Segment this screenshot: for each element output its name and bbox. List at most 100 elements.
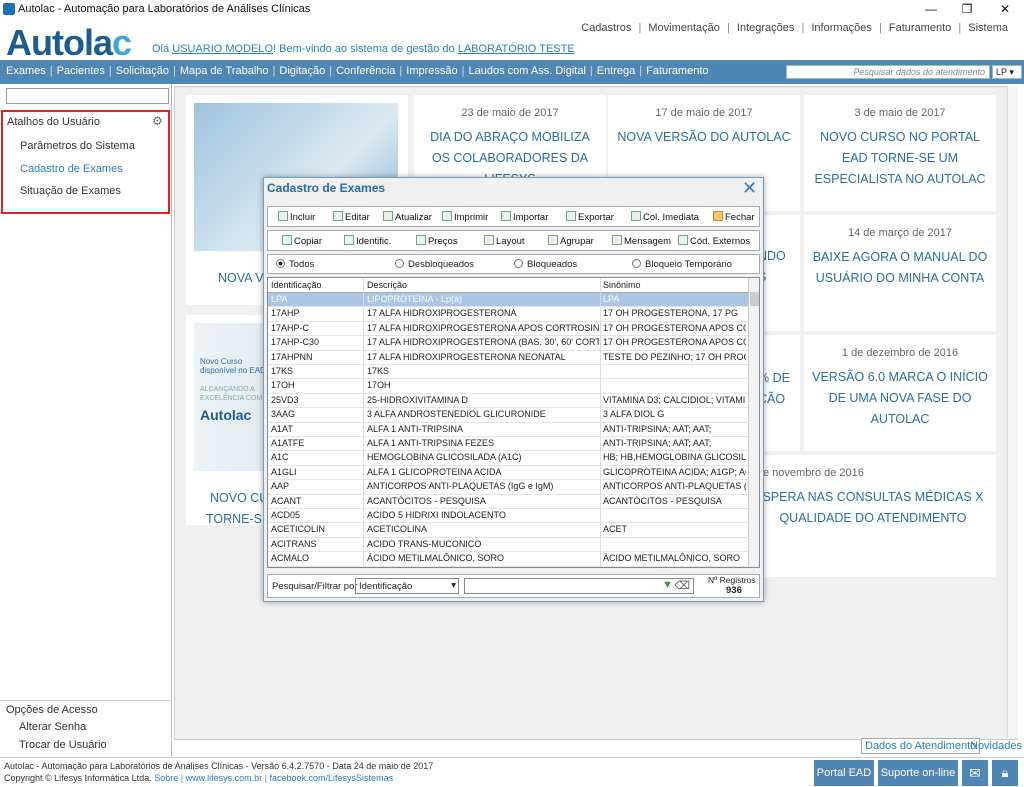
tab-dados-atendimento[interactable]: Dados do Atendimento <box>861 738 981 754</box>
table-row[interactable]: 17KS 17KS <box>268 365 748 380</box>
attendance-search-input[interactable]: Pesquisar dados do atendimento <box>786 65 990 79</box>
topnav-faturamento[interactable]: Faturamento <box>889 22 951 34</box>
mail-icon[interactable]: ✉ <box>962 760 988 786</box>
table-row[interactable]: 17AHP 17 ALFA HIDROXIPROGESTERONA 17 OH PR… <box>268 307 748 322</box>
table-row[interactable]: ACD05 ACIDO 5 HIDRIXI INDOLACENTO <box>268 509 748 524</box>
lock-icon[interactable]: 🔒︎ <box>992 760 1018 786</box>
topnav-cadastros[interactable]: Cadastros <box>581 22 631 34</box>
exportar-button[interactable]: Exportar <box>566 211 614 223</box>
lab-link[interactable]: LABORATÓRIO TESTE <box>458 43 575 55</box>
filter-field-select[interactable]: Identificação ▾ <box>355 578 459 594</box>
col-imediata-button[interactable]: Col. Imediata <box>631 211 699 223</box>
news-card-5[interactable]: 1 de dezembro de 2016 VERSÃO 6.0 MARCA O… <box>804 335 996 451</box>
menu-impressao[interactable]: Impressão <box>406 65 457 77</box>
column-divider <box>600 278 601 567</box>
sidebar-search-input[interactable] <box>6 88 169 104</box>
table-row[interactable]: A1C HEMOGLOBINA GLICOSILADA (A1C) HB; HB,H… <box>268 451 748 466</box>
scroll-thumb[interactable] <box>750 292 759 306</box>
facebook-link[interactable]: facebook.com/LifesysSistemas <box>270 773 394 783</box>
table-scrollbar[interactable] <box>748 278 759 567</box>
minimize-button[interactable]: — <box>914 0 948 18</box>
portal-ead-button[interactable]: Portal EAD <box>814 760 874 786</box>
filter-value-input[interactable]: ▼ ⌫ <box>464 578 694 594</box>
table-row[interactable]: A1GLI ALFA 1 GLICOPROTEINA ACIDA GLICOPROT… <box>268 466 748 481</box>
radio-todos[interactable]: Todos <box>276 259 314 270</box>
menu-exames[interactable]: Exames <box>6 65 46 77</box>
agrupar-button[interactable]: Agrupar <box>548 235 594 247</box>
table-row[interactable]: 17OH 17OH <box>268 379 748 394</box>
table-row[interactable]: 17AHP-C 17 ALFA HIDROXIPROGESTERONA APOS … <box>268 322 748 337</box>
menu-laudos[interactable]: Laudos com Ass. Digital <box>469 65 586 77</box>
shortcut-cadastro-exames[interactable]: Cadastro de Exames <box>20 163 123 175</box>
sobre-link[interactable]: Sobre <box>154 773 178 783</box>
app-icon <box>3 3 15 15</box>
mensagem-button[interactable]: Mensagem <box>612 235 671 247</box>
shortcut-situacao-exames[interactable]: Situação de Exames <box>20 185 121 197</box>
atualizar-button[interactable]: Atualizar <box>383 211 432 223</box>
col-sinonimo[interactable]: Sinônimo <box>603 280 641 290</box>
restore-button[interactable]: ❐ <box>950 0 984 18</box>
suporte-online-button[interactable]: Suporte on-line <box>878 760 958 786</box>
cell-sinonimo: TESTE DO PEZINHO; 17 OH PROGES <box>603 351 746 362</box>
user-link[interactable]: USUARIO MODELO <box>172 43 273 55</box>
importar-button[interactable]: Importar <box>501 211 548 223</box>
table-row[interactable]: ACMALO ÁCIDO METILMALÔNICO, SORO ÁCIDO MET… <box>268 552 748 567</box>
switch-user-link[interactable]: Trocar de Usuário <box>19 739 107 751</box>
table-row[interactable]: A1AT ALFA 1 ANTI-TRIPSINA ANTI-TRIPSINA; A… <box>268 423 748 437</box>
radio-desbloqueados[interactable]: Desbloqueados <box>395 259 474 270</box>
identific-button[interactable]: Identific. <box>344 235 391 247</box>
tab-novidades[interactable]: Novidades <box>970 740 1022 752</box>
table-row[interactable]: A1ATFE ALFA 1 ANTI-TRIPSINA FEZES ANTI-TRI… <box>268 437 748 452</box>
menu-entrega[interactable]: Entrega <box>597 65 636 77</box>
menu-mapa-trabalho[interactable]: Mapa de Trabalho <box>180 65 269 77</box>
radio-bloqueados[interactable]: Bloqueados <box>514 259 577 270</box>
search-mode-select[interactable]: LP ▾ <box>992 65 1022 79</box>
website-link[interactable]: www.lifesys.com.br <box>186 773 263 783</box>
incluir-button[interactable]: Incluir <box>278 211 315 223</box>
table-row[interactable]: AAP ANTICORPOS ANTI-PLAQUETAS (IgG e IgM)… <box>268 480 748 495</box>
topnav-sistema[interactable]: Sistema <box>968 22 1008 34</box>
table-row[interactable]: ACITRANS ACIDO TRANS-MUCONICO <box>268 538 748 553</box>
table-row[interactable]: ACANT ACANTÓCITOS - PESQUISA ACANTÓCITOS -… <box>268 495 748 509</box>
precos-button[interactable]: Preços <box>416 235 458 247</box>
filter-icon[interactable]: ▼ <box>662 579 673 591</box>
print-icon <box>442 211 452 221</box>
dialog-close-icon[interactable]: ✕ <box>742 178 757 199</box>
col-identificacao[interactable]: Identificação <box>271 280 322 290</box>
copiar-button[interactable]: Copiar <box>282 235 322 247</box>
menu-solicitacao[interactable]: Solicitação <box>116 65 169 77</box>
cell-identificacao: 25VD3 <box>271 394 299 405</box>
menu-digitacao[interactable]: Digitação <box>279 65 325 77</box>
table-row[interactable]: ACETICOLIN ACETICOLINA ACET <box>268 523 748 538</box>
table-row[interactable]: 17AHPNN 17 ALFA HIDROXIPROGESTERONA NEONA… <box>268 351 748 365</box>
news-card-4[interactable]: 14 de março de 2017 BAIXE AGORA O MANUAL… <box>804 215 996 331</box>
table-row[interactable]: 25VD3 25-HIDROXIVITAMINA D VITAMINA D3; CA… <box>268 394 748 409</box>
cell-descricao: 17KS <box>367 366 390 376</box>
content-scrollbar[interactable] <box>1007 86 1018 738</box>
news-date: 23 de maio de 2017 <box>461 107 559 119</box>
layout-button[interactable]: Layout <box>484 235 525 247</box>
menu-faturamento[interactable]: Faturamento <box>646 65 708 77</box>
col-descricao[interactable]: Descrição <box>367 280 407 290</box>
topnav-movimentacao[interactable]: Movimentação <box>648 22 720 34</box>
news-card-3[interactable]: 3 de maio de 2017 NOVO CURSO NO PORTAL E… <box>804 95 996 211</box>
fechar-button[interactable]: Fechar <box>713 211 755 223</box>
shortcut-parametros[interactable]: Parâmetros do Sistema <box>20 140 135 152</box>
gear-icon[interactable]: ⚙ <box>152 114 163 128</box>
news-date: 17 de maio de 2017 <box>655 107 753 119</box>
cod-externos-button[interactable]: Cód. Externos <box>678 235 750 247</box>
topnav-informacoes[interactable]: Informações <box>811 22 872 34</box>
menu-conferencia[interactable]: Conferência <box>336 65 395 77</box>
change-password-link[interactable]: Alterar Senha <box>19 721 86 733</box>
table-row[interactable]: LPA LIPOPROTEÍNA - Lp(a) LPA <box>268 293 748 308</box>
radio-bloqueio-temporario[interactable]: Bloqueio Temporário <box>632 259 732 270</box>
menu-pacientes[interactable]: Pacientes <box>57 65 105 77</box>
eraser-icon[interactable]: ⌫ <box>674 579 690 592</box>
table-row[interactable]: 3AAG 3 ALFA ANDROSTENEDIOL GLICURONIDE 3 A… <box>268 408 748 423</box>
editar-button[interactable]: Editar <box>333 211 370 223</box>
table-row[interactable]: 17AHP-C30 17 ALFA HIDROXIPROGESTERONA (BA… <box>268 336 748 351</box>
close-window-button[interactable]: ✕ <box>988 0 1022 18</box>
topnav-integracoes[interactable]: Integrações <box>737 22 794 34</box>
id-icon <box>344 235 354 245</box>
imprimir-button[interactable]: Imprimir <box>442 211 488 223</box>
